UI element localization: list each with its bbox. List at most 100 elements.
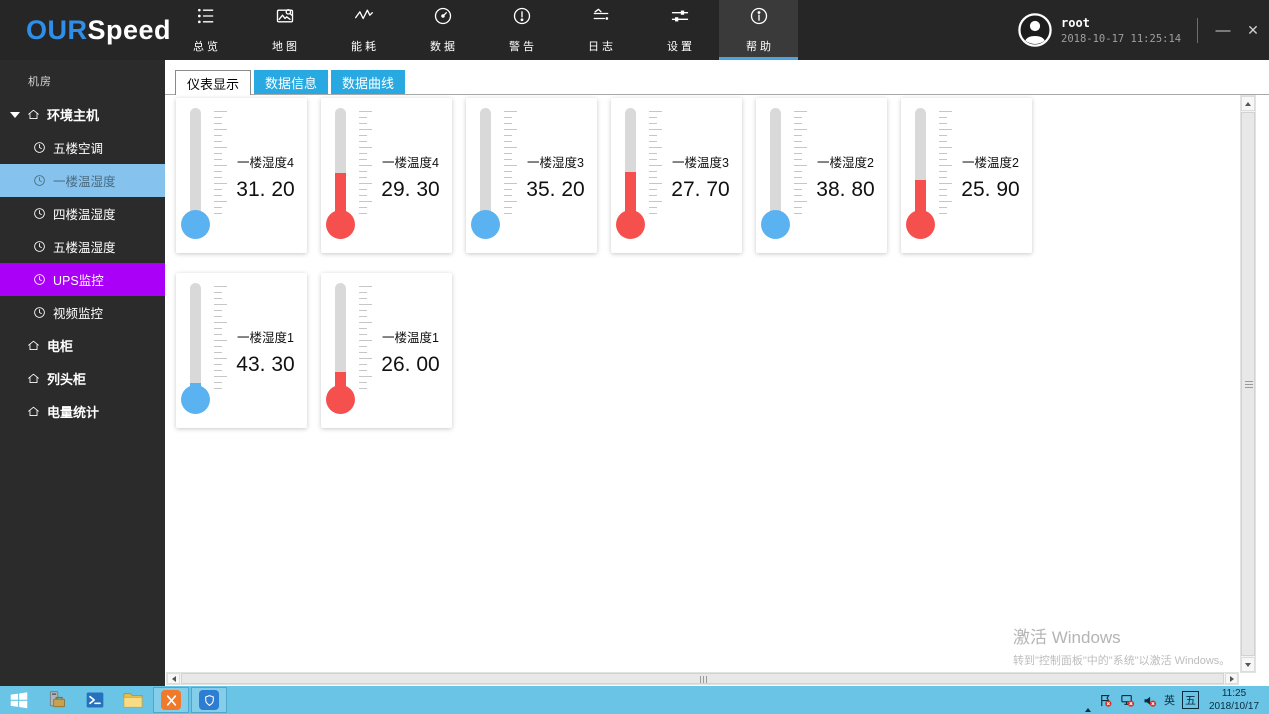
app-logo: OURSpeed [26,0,171,60]
nav-item-data[interactable]: 数据 [403,0,482,60]
sensor-value: 27. 70 [661,178,740,202]
sensor-value: 26. 00 [371,353,450,377]
scroll-left-button[interactable] [167,673,180,684]
xampp-taskbar-button[interactable] [153,687,189,713]
sensor-label: 一楼湿度1 [226,327,305,346]
sidebar-item-energy-stats[interactable]: 电量统计 [0,395,165,428]
taskbar-clock[interactable]: 11:25 2018/10/17 [1203,688,1265,713]
sensor-label: 一楼温度1 [371,327,450,346]
sensor-label: 一楼温度3 [661,152,740,171]
user-info[interactable]: root 2018-10-17 11:25:14 [1018,0,1181,60]
nav-item-settings[interactable]: 设置 [640,0,719,60]
sidebar-item-video-monitor[interactable]: 视频监控 [0,296,165,329]
sidebar: 机房 环境主机 五楼空调 一楼温湿度 四楼温湿度 五楼温湿度 UPS监控 [0,60,165,686]
thermometer-bulb [616,210,645,239]
ime-mode-indicator[interactable]: 五 [1182,691,1199,709]
nav-item-help[interactable]: 帮助 [719,0,798,60]
home-icon [27,372,40,385]
gauge-card: 一楼湿度1 43. 30 [176,273,307,428]
nav-item-overview[interactable]: 总览 [166,0,245,60]
thermometer-bulb [761,210,790,239]
volume-muted-icon[interactable] [1142,693,1157,708]
help-info-icon [749,6,769,31]
map-icon [275,6,295,31]
overview-list-icon [196,6,216,31]
vertical-scrollbar[interactable] [1240,95,1256,673]
scroll-up-button[interactable] [1241,96,1255,111]
triangle-down-icon [1245,663,1251,667]
windows-taskbar: 英 五 11:25 2018/10/17 [0,686,1269,714]
home-icon [27,405,40,418]
close-button[interactable]: ✕ [1236,0,1269,60]
sidebar-item-ups-monitor[interactable]: UPS监控 [0,263,165,296]
triangle-left-icon [172,676,176,682]
thermometer-stem [915,108,926,222]
triangle-up-icon [1245,102,1251,106]
sidebar-section-label: 机房 [0,60,165,98]
server-manager-icon [47,690,67,710]
sensor-label: 一楼湿度2 [806,152,885,171]
powershell-button[interactable] [76,686,114,714]
gauge-card: 一楼温度2 25. 90 [901,98,1032,253]
file-explorer-button[interactable] [114,686,152,714]
log-icon [591,6,611,31]
gauge-card: 一楼温度4 29. 30 [321,98,452,253]
thermometer-stem [480,108,491,222]
language-indicator[interactable]: 英 [1164,692,1175,708]
security-app-taskbar-button[interactable] [191,687,227,713]
home-icon [27,108,40,121]
login-datetime: 2018-10-17 11:25:14 [1061,33,1181,45]
sensor-label: 一楼温度4 [371,152,450,171]
alert-icon [512,6,532,31]
home-icon [27,339,40,352]
gauge-card: 一楼温度1 26. 00 [321,273,452,428]
thermometer-bulb [471,210,500,239]
action-center-flag-icon[interactable] [1098,693,1113,708]
sensor-gauge-icon [33,273,46,286]
show-hidden-icons-button[interactable] [1085,691,1091,709]
clock-date: 2018/10/17 [1203,701,1265,714]
thermometer-stem [770,108,781,222]
minimize-button[interactable]: — [1206,0,1240,60]
nav-item-log[interactable]: 日志 [561,0,640,60]
scroll-right-button[interactable] [1225,673,1238,684]
horizontal-scrollbar[interactable] [166,672,1239,685]
thermometer-stem [335,108,346,222]
thermometer-stem [190,283,201,397]
watermark-subtitle: 转到"控制面板"中的"系统"以激活 Windows。 [1013,652,1230,668]
sidebar-item-row-head-cabinet[interactable]: 列头柜 [0,362,165,395]
sidebar-item-floor5-temphum[interactable]: 五楼温湿度 [0,230,165,263]
sensor-label: 一楼湿度4 [226,152,305,171]
powershell-icon [85,690,105,710]
sidebar-item-env-host[interactable]: 环境主机 [0,98,165,131]
thermometer-stem [190,108,201,222]
windows-logo-icon [8,689,30,711]
tab-gauge-display[interactable]: 仪表显示 [175,70,251,95]
horizontal-scrollbar-thumb[interactable] [181,673,1224,684]
scrollbar-grip [1245,381,1253,388]
sensor-value: 38. 80 [806,178,885,202]
scroll-down-button[interactable] [1241,657,1255,672]
sidebar-item-power-cabinet[interactable]: 电柜 [0,329,165,362]
nav-item-map[interactable]: 地图 [245,0,324,60]
sensor-gauge-icon [33,306,46,319]
thermometer-stem [335,283,346,397]
thermometer-bulb [326,385,355,414]
system-tray: 英 五 [1085,686,1199,714]
sensor-value: 25. 90 [951,178,1030,202]
clock-time: 11:25 [1203,688,1265,701]
shield-icon [199,690,219,710]
nav-item-alert[interactable]: 警告 [482,0,561,60]
thermometer-stem [625,108,636,222]
vertical-scrollbar-thumb[interactable] [1241,112,1255,656]
start-button[interactable] [0,686,38,714]
tab-data-info[interactable]: 数据信息 [254,70,328,94]
network-status-icon[interactable] [1120,693,1135,708]
gauge-card: 一楼湿度3 35. 20 [466,98,597,253]
server-manager-button[interactable] [38,686,76,714]
nav-item-energy[interactable]: 能耗 [324,0,403,60]
sidebar-item-floor5-ac[interactable]: 五楼空调 [0,131,165,164]
tab-data-curve[interactable]: 数据曲线 [331,70,405,94]
sidebar-item-floor1-temphum[interactable]: 一楼温湿度 [0,164,165,197]
sidebar-item-floor4-temphum[interactable]: 四楼温湿度 [0,197,165,230]
